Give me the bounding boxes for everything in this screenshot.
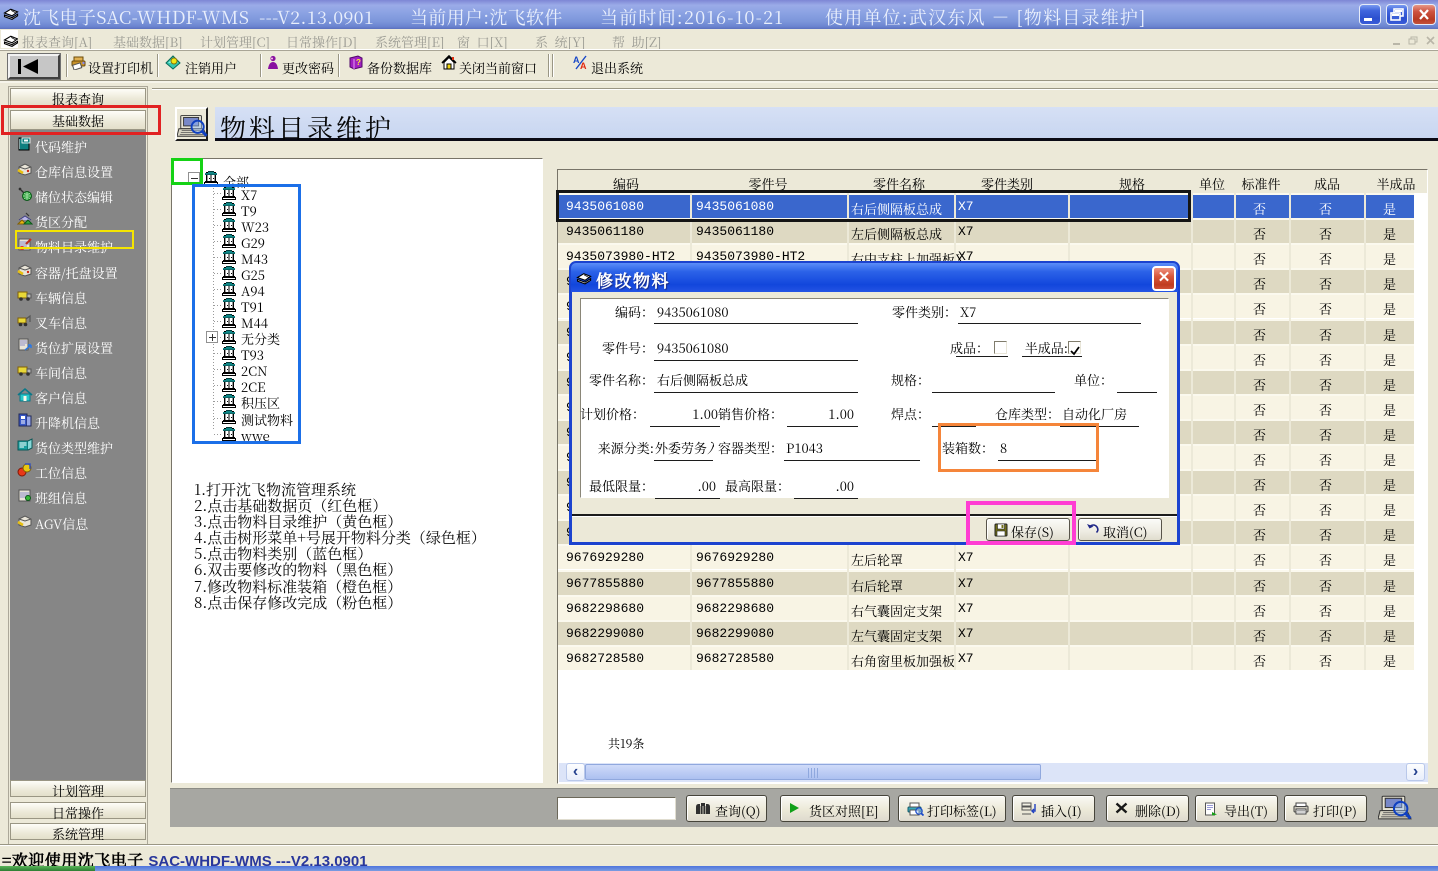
svg-text:A: A xyxy=(573,55,580,65)
svg-text:?: ? xyxy=(356,58,361,67)
